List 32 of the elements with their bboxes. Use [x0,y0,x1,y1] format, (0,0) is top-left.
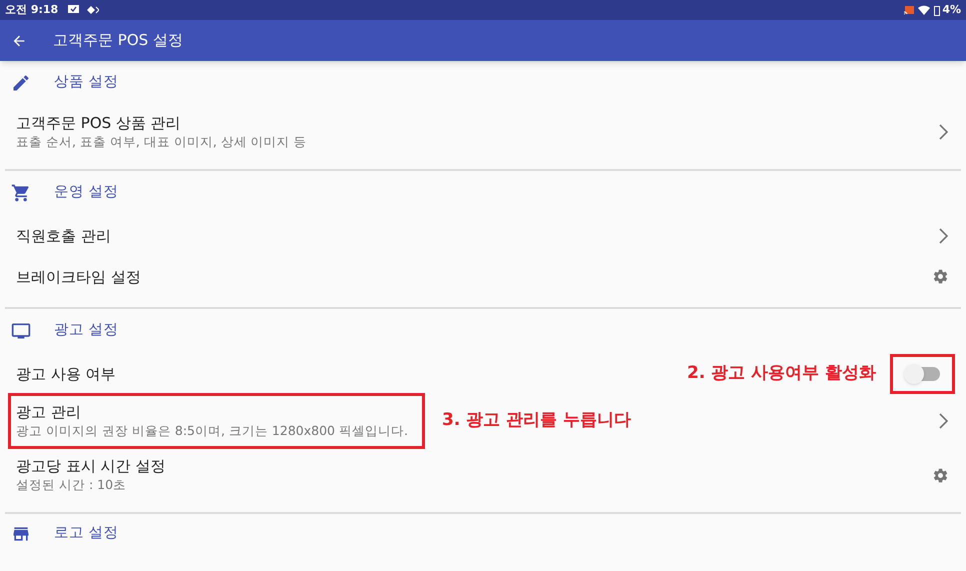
window-title: 고객주문 POS 설정 [53,30,183,52]
item-title: 브레이크타임 설정 [16,266,141,286]
item-title: 광고 관리 [16,402,82,422]
chevron-right-icon [937,226,949,244]
chevron-right-icon [937,412,949,430]
item-subtitle: 설정된 시간 : 10초 [16,476,128,494]
toggle-switch[interactable] [906,366,940,380]
monitor-icon [11,321,31,341]
cart-icon [11,183,31,203]
item-title: 고객주문 POS 상품 관리 [16,113,182,133]
wifi-icon [918,5,930,15]
chevron-right-icon [937,123,949,141]
status-time: 오전 9:18 [5,2,58,18]
pencil-icon [11,73,31,93]
diamond-icon [87,6,100,14]
section-header: 로고 설정 [54,524,119,544]
section-header: 운영 설정 [54,183,119,202]
settings-icon [932,466,949,484]
settings-icon [932,268,949,285]
notification-icon [68,5,80,15]
item-title: 광고 사용 여부 [16,364,116,384]
annotation-text: 3. 광고 관리를 누릅니다 [442,409,631,432]
battery-icon [934,4,940,16]
item-subtitle: 표출 순서, 표출 여부, 대표 이미지, 상세 이미지 등 [16,133,307,151]
item-title: 직원호출 관리 [16,226,111,246]
annotation-text: 2. 광고 사용여부 활성화 [686,362,876,385]
cast-icon [904,5,914,15]
item-title: 광고당 표시 시간 설정 [16,456,166,476]
battery-level: 4% [942,2,961,18]
item-subtitle: 광고 이미지의 권장 비율은 8:5이며, 크기는 1280x800 픽셀입니다. [16,422,408,440]
section-header: 광고 설정 [54,321,119,340]
section-header: 상품 설정 [54,73,119,92]
